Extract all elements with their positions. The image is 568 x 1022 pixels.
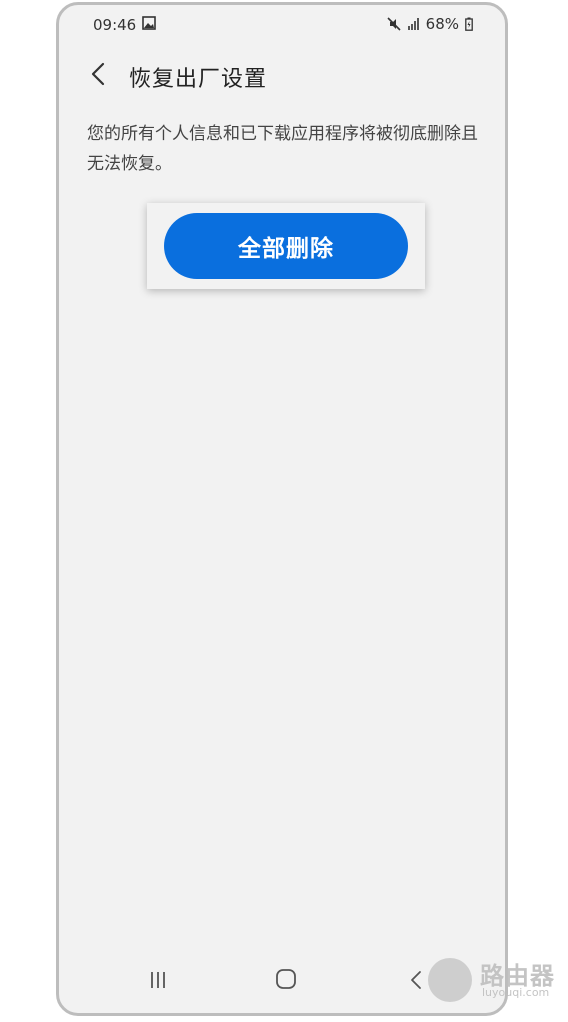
home-icon[interactable] <box>275 968 297 990</box>
mute-icon <box>387 17 401 31</box>
chevron-left-icon[interactable] <box>85 59 113 89</box>
navigation-bar <box>59 961 505 1001</box>
signal-icon <box>407 18 419 30</box>
delete-button-card: 全部删除 <box>147 203 425 289</box>
app-header: 恢复出厂设置 <box>59 53 505 97</box>
status-icons: 68% <box>387 15 473 33</box>
back-icon[interactable] <box>407 969 425 991</box>
delete-all-button[interactable]: 全部删除 <box>164 213 408 279</box>
reset-description: 您的所有个人信息和已下载应用程序将被彻底删除且无法恢复。 <box>87 124 478 174</box>
gallery-icon <box>142 16 156 30</box>
status-time: 09:46 <box>93 16 137 34</box>
page-title: 恢复出厂设置 <box>129 67 268 92</box>
recent-apps-icon[interactable] <box>147 969 169 991</box>
battery-percentage: 68% <box>425 15 459 33</box>
battery-charging-icon <box>465 17 473 31</box>
phone-frame: 09:46 68% 恢复出厂设置 您的所有个人信息和已下载应用程序将被彻底删除且… <box>56 2 508 1016</box>
status-bar: 09:46 68% <box>59 5 505 43</box>
